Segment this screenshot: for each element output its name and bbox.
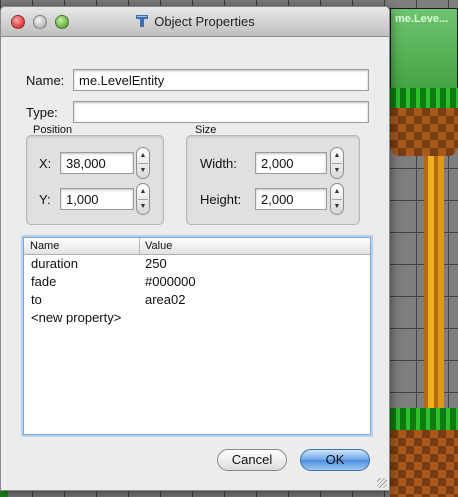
custom-properties-table[interactable]: Name Value duration 250 fade #000000 to … xyxy=(23,237,371,435)
property-value[interactable]: area02 xyxy=(145,292,185,307)
width-label: Width: xyxy=(200,156,237,171)
width-increment-icon[interactable]: ▲ xyxy=(331,148,343,163)
height-increment-icon[interactable]: ▲ xyxy=(331,184,343,199)
width-stepper[interactable]: ▲ ▼ xyxy=(330,147,344,179)
dirt-tile-lower xyxy=(390,430,458,497)
new-property-placeholder[interactable]: <new property> xyxy=(31,310,121,325)
property-value[interactable]: 250 xyxy=(145,256,167,271)
cancel-button[interactable]: Cancel xyxy=(217,449,287,471)
x-decrement-icon[interactable]: ▼ xyxy=(137,163,149,178)
x-stepper[interactable]: ▲ ▼ xyxy=(136,147,150,179)
height-decrement-icon[interactable]: ▼ xyxy=(331,199,343,214)
y-increment-icon[interactable]: ▲ xyxy=(137,184,149,199)
column-header-name[interactable]: Name xyxy=(30,240,59,252)
name-field[interactable]: me.LevelEntity xyxy=(73,69,369,91)
y-label: Y: xyxy=(39,192,51,207)
width-decrement-icon[interactable]: ▼ xyxy=(331,163,343,178)
property-name[interactable]: duration xyxy=(31,256,78,271)
table-row-new-property[interactable]: <new property> xyxy=(24,309,370,327)
x-field[interactable]: 38,000 xyxy=(60,152,134,174)
property-name[interactable]: fade xyxy=(31,274,56,289)
level-entity-object[interactable]: me.Leve... xyxy=(390,8,458,100)
height-stepper[interactable]: ▲ ▼ xyxy=(330,183,344,215)
object-label: me.Leve... xyxy=(395,13,449,25)
window-title: Object Properties xyxy=(154,14,255,29)
ok-button[interactable]: OK xyxy=(300,449,370,471)
property-name[interactable]: to xyxy=(31,292,42,307)
resize-grip-icon[interactable] xyxy=(377,478,387,488)
column-header-value[interactable]: Value xyxy=(145,240,172,252)
y-field[interactable]: 1,000 xyxy=(60,188,134,210)
table-row[interactable]: duration 250 xyxy=(24,255,370,273)
object-properties-dialog: Object Properties Name: me.LevelEntity T… xyxy=(0,6,390,491)
y-decrement-icon[interactable]: ▼ xyxy=(137,199,149,214)
property-value[interactable]: #000000 xyxy=(145,274,196,289)
tiled-app-icon xyxy=(136,15,149,27)
x-increment-icon[interactable]: ▲ xyxy=(137,148,149,163)
type-label: Type: xyxy=(26,105,58,120)
pole-tile xyxy=(424,156,444,416)
table-row[interactable]: to area02 xyxy=(24,291,370,309)
grass-tile xyxy=(390,88,458,108)
width-field[interactable]: 2,000 xyxy=(255,152,327,174)
table-row[interactable]: fade #000000 xyxy=(24,273,370,291)
height-label: Height: xyxy=(200,192,242,207)
y-stepper[interactable]: ▲ ▼ xyxy=(136,183,150,215)
height-field[interactable]: 2,000 xyxy=(255,188,327,210)
grass-tile-lower xyxy=(390,408,458,432)
table-header: Name Value xyxy=(24,238,370,255)
type-field[interactable] xyxy=(73,101,369,123)
x-label: X: xyxy=(39,156,52,171)
dirt-tile xyxy=(390,108,458,156)
title-bar[interactable]: Object Properties xyxy=(1,7,389,37)
name-label: Name: xyxy=(26,73,65,88)
